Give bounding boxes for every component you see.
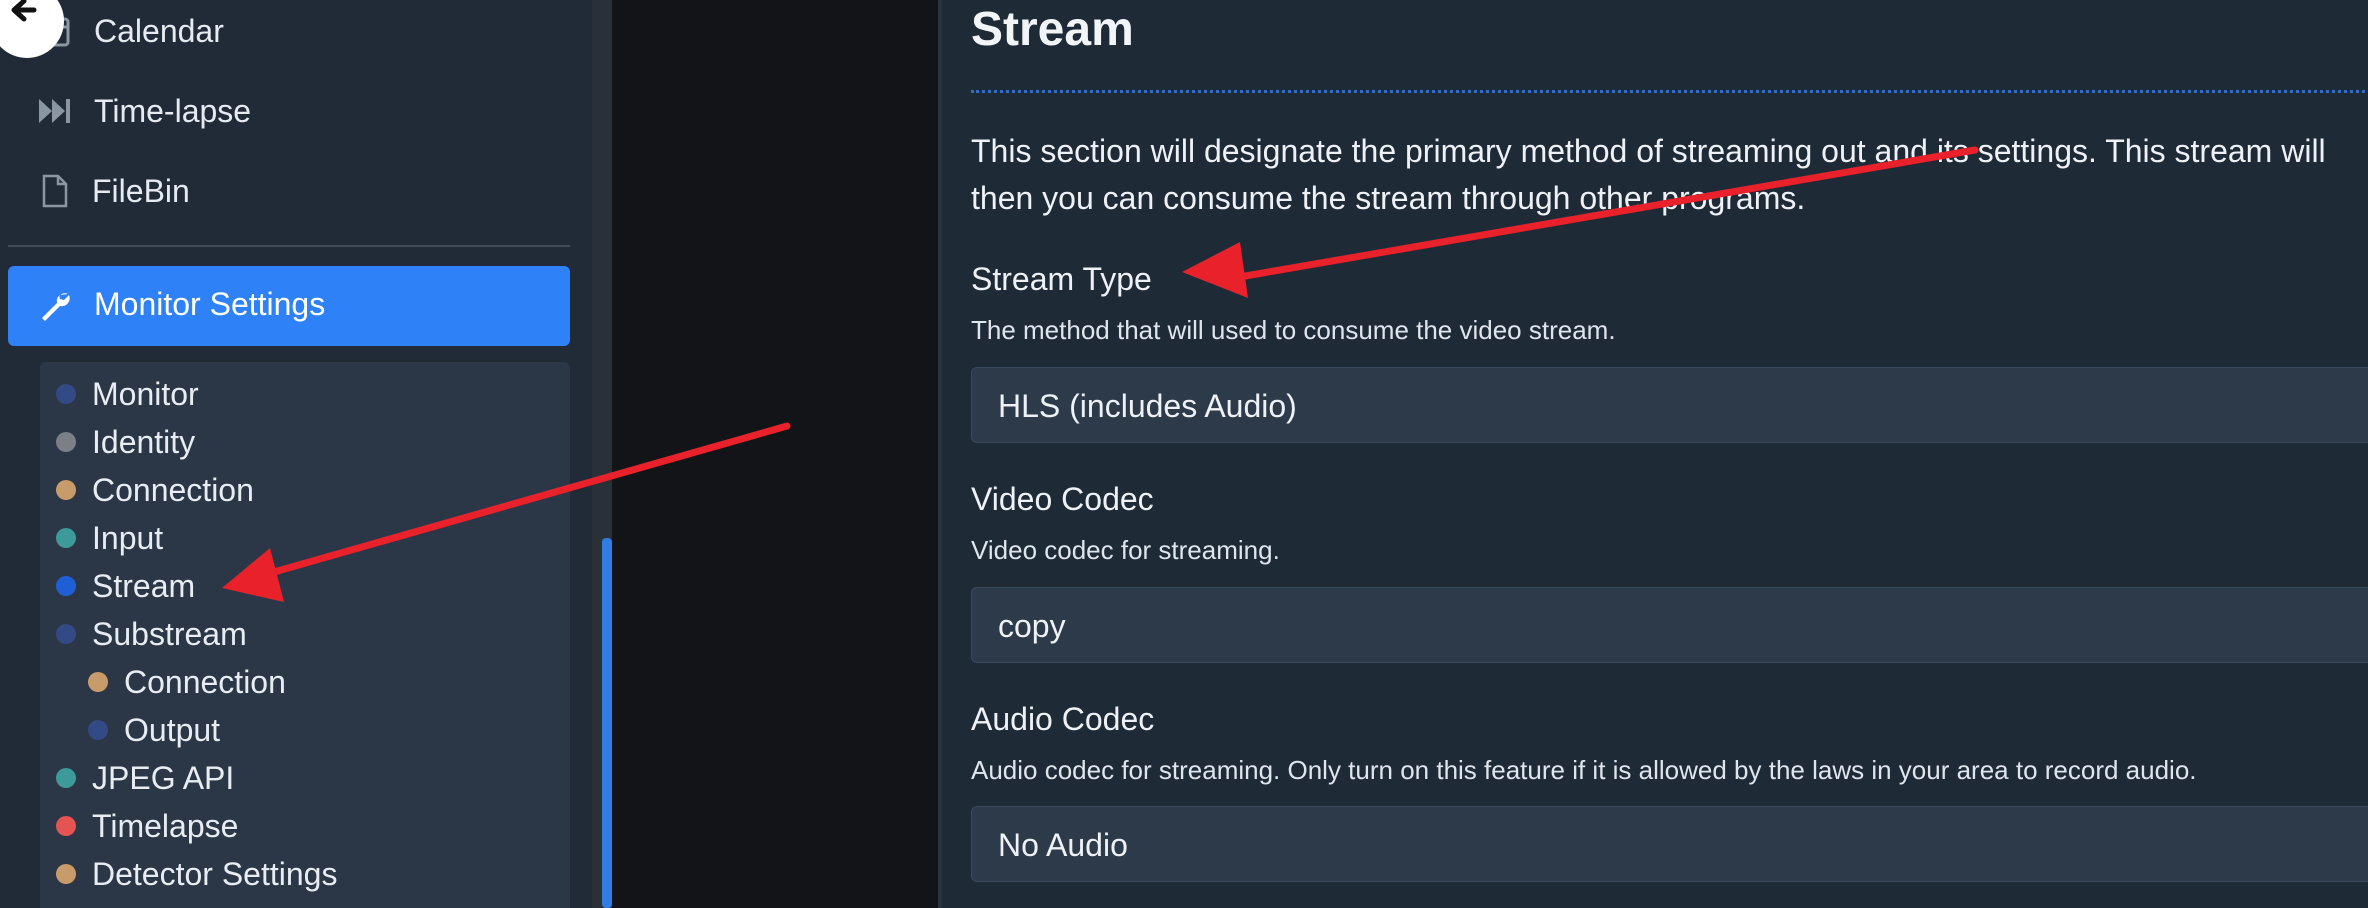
section-link-monitor[interactable]: Monitor xyxy=(56,372,199,416)
section-dot xyxy=(88,672,108,692)
section-dot xyxy=(56,384,76,404)
section-link-substream-connection[interactable]: Connection xyxy=(88,660,286,704)
section-dot xyxy=(88,720,108,740)
section-dot xyxy=(56,768,76,788)
section-label: Substream xyxy=(92,615,247,652)
section-link-timelapse[interactable]: Timelapse xyxy=(56,804,238,848)
video-codec-select[interactable]: copy xyxy=(971,587,2368,663)
section-dot xyxy=(56,864,76,884)
stream-type-help: The method that will used to consume the… xyxy=(971,315,1616,345)
section-label: Monitor xyxy=(92,375,199,412)
audio-codec-help: Audio codec for streaming. Only turn on … xyxy=(971,755,2197,785)
section-link-substream-output[interactable]: Output xyxy=(88,708,220,752)
select-value: copy xyxy=(998,608,1066,644)
section-dot xyxy=(56,624,76,644)
sidebar-item-calendar[interactable]: Calendar xyxy=(0,0,570,71)
select-value: HLS (includes Audio) xyxy=(998,388,1297,424)
section-dot xyxy=(56,528,76,548)
section-label: Detector Settings xyxy=(92,855,338,892)
sidebar-item-label: FileBin xyxy=(92,172,190,209)
section-label: Identity xyxy=(92,423,196,460)
section-link-stream[interactable]: Stream xyxy=(56,564,195,608)
section-link-jpeg-api[interactable]: JPEG API xyxy=(56,756,234,800)
select-value: No Audio xyxy=(998,827,1128,863)
section-dot xyxy=(56,576,76,596)
description-line: then you can consume the stream through … xyxy=(971,180,1806,216)
section-link-substream[interactable]: Substream xyxy=(56,612,247,656)
section-dot xyxy=(56,480,76,500)
section-description: This section will designate the primary … xyxy=(971,128,2368,222)
stream-settings-panel: Stream This section will designate the p… xyxy=(942,0,2368,908)
stream-type-label: Stream Type xyxy=(971,261,1152,297)
section-dot xyxy=(56,816,76,836)
section-label: Connection xyxy=(124,663,286,700)
section-label: Timelapse xyxy=(92,807,239,844)
sidebar-item-label: Time-lapse xyxy=(94,92,252,129)
section-label: Output xyxy=(124,711,221,748)
wrench-icon xyxy=(42,293,70,321)
title-divider xyxy=(971,90,2368,93)
section-link-detector-settings[interactable]: Detector Settings xyxy=(56,852,337,896)
audio-codec-label: Audio Codec xyxy=(971,701,1155,737)
section-label: JPEG API xyxy=(92,759,235,796)
section-label: Stream xyxy=(92,567,196,604)
sidebar-divider xyxy=(8,245,570,247)
fast-forward-icon xyxy=(39,99,70,123)
description-line: This section will designate the primary … xyxy=(971,133,2326,169)
app-window: Calendar Time-lapse FileBin Monitor Sett… xyxy=(0,0,2368,908)
section-link-input[interactable]: Input xyxy=(56,516,163,560)
sidebar-item-label: Monitor Settings xyxy=(94,286,326,322)
section-title: Stream xyxy=(971,3,1134,56)
file-icon xyxy=(42,174,68,208)
section-label: Input xyxy=(92,519,164,556)
sidebar-scrollbar-thumb[interactable] xyxy=(602,538,612,908)
stream-type-select[interactable]: HLS (includes Audio) xyxy=(971,367,2368,443)
sidebar-item-filebin[interactable]: FileBin xyxy=(0,151,570,231)
section-link-connection[interactable]: Connection xyxy=(56,468,254,512)
sidebar: Calendar Time-lapse FileBin Monitor Sett… xyxy=(0,0,592,908)
sidebar-item-time-lapse[interactable]: Time-lapse xyxy=(0,71,570,151)
arrow-left-icon xyxy=(11,0,37,22)
video-codec-label: Video Codec xyxy=(971,481,1154,517)
video-codec-help: Video codec for streaming. xyxy=(971,535,1280,565)
section-label: Connection xyxy=(92,471,254,508)
sidebar-item-monitor-settings[interactable]: Monitor Settings xyxy=(8,266,570,346)
section-dot xyxy=(56,432,76,452)
back-button[interactable] xyxy=(0,0,64,58)
backdrop-gap xyxy=(612,0,938,908)
audio-codec-select[interactable]: No Audio xyxy=(971,806,2368,882)
section-link-identity[interactable]: Identity xyxy=(56,420,195,464)
sidebar-item-label: Calendar xyxy=(94,12,224,49)
